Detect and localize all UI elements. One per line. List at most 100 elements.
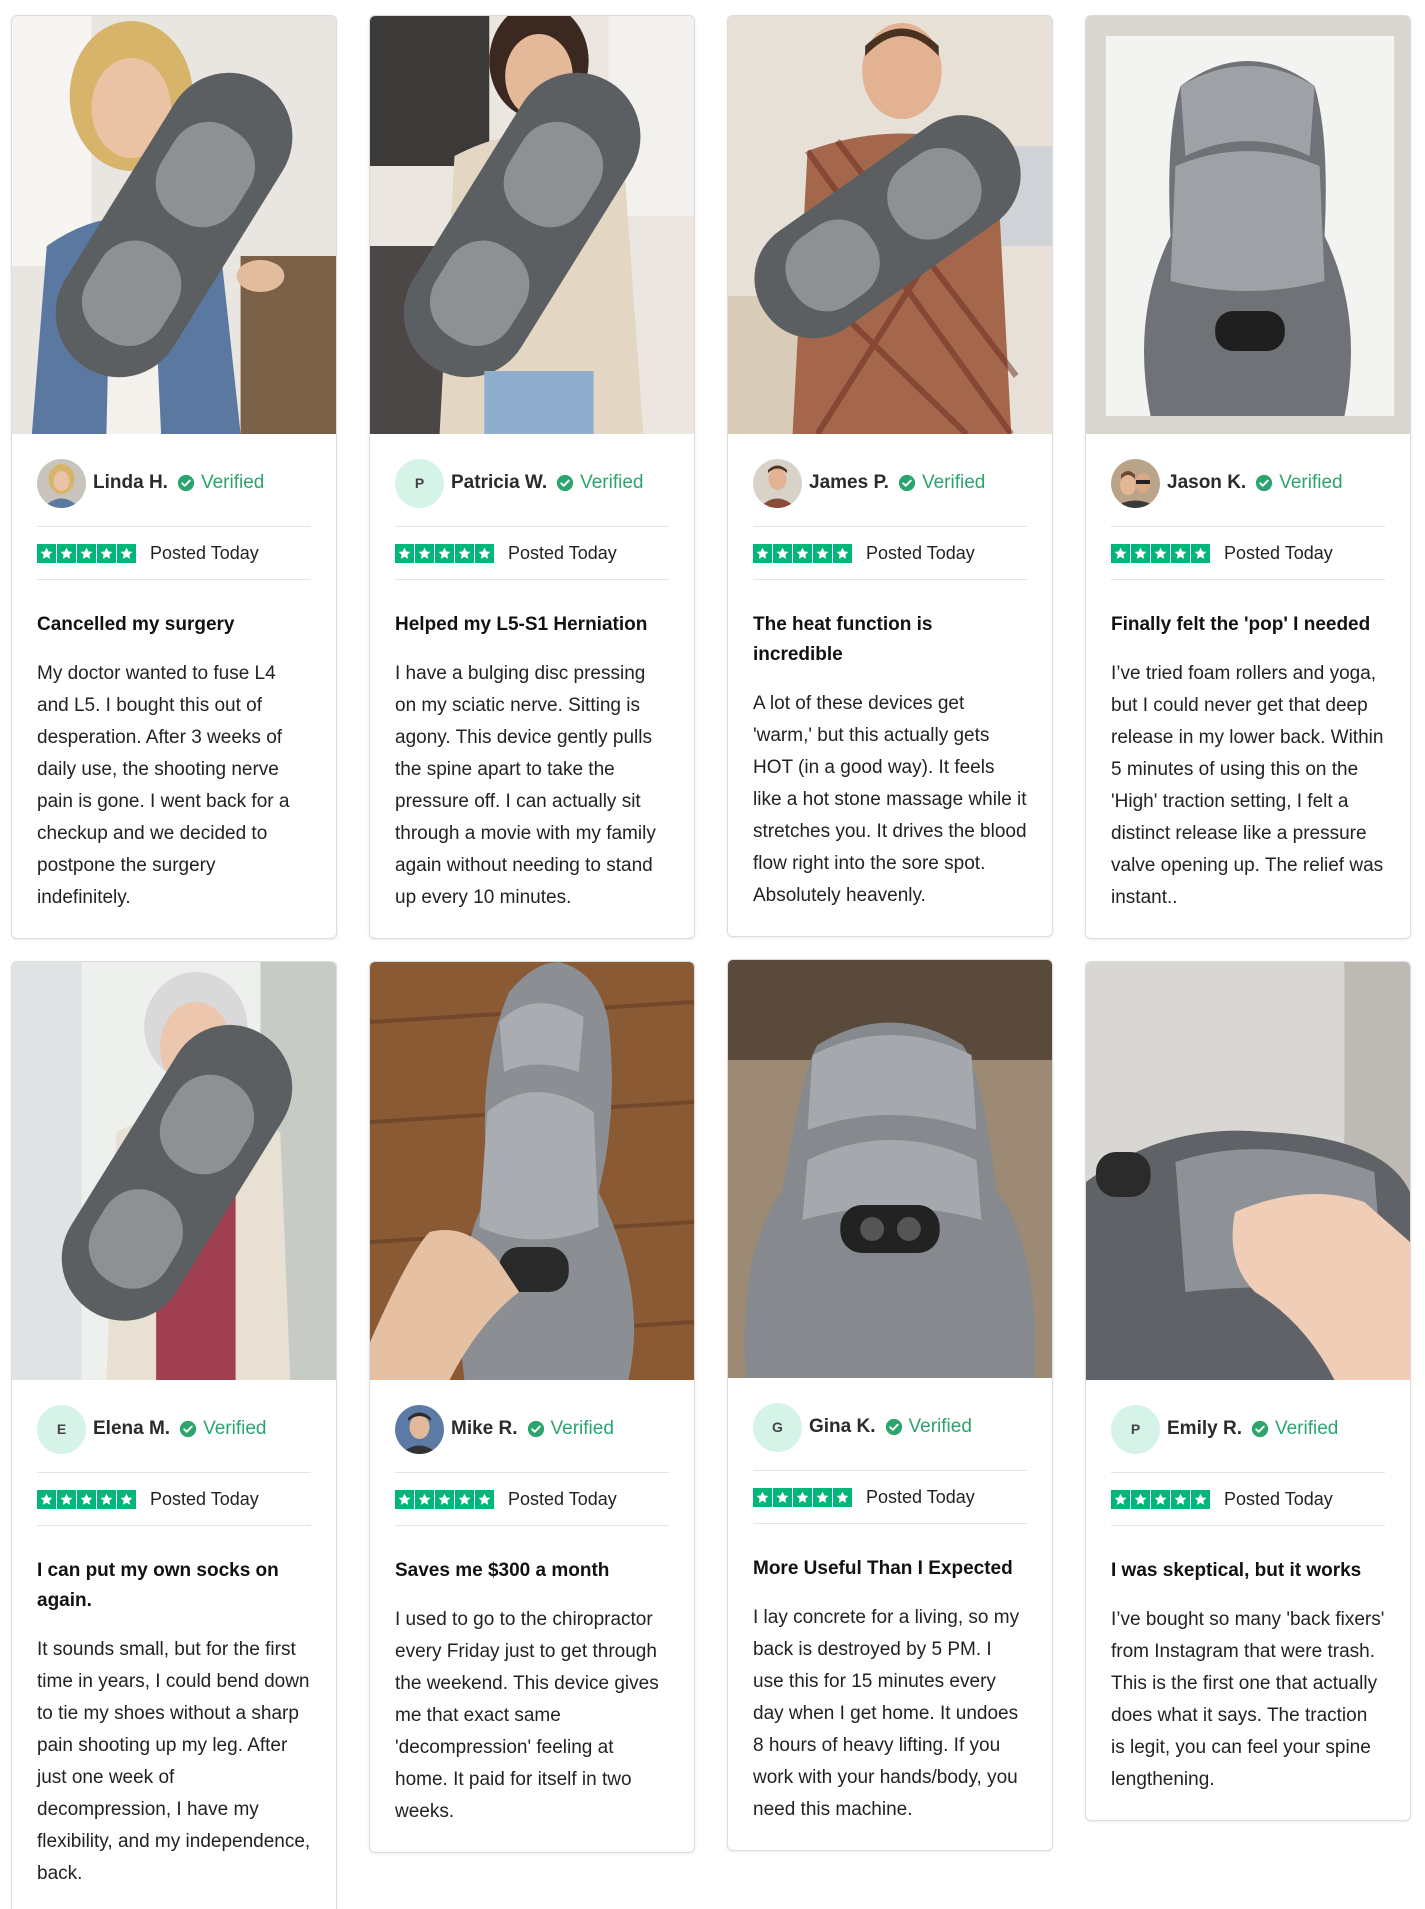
rating-row: Posted Today bbox=[37, 541, 311, 565]
star-icon bbox=[455, 1489, 474, 1509]
star-icon bbox=[1191, 1489, 1210, 1509]
star-icon bbox=[395, 543, 414, 563]
review-column-1: Linda H. Verified Posted Today Cancelled… bbox=[11, 15, 337, 1909]
author-row: James P. Verified bbox=[753, 458, 1027, 508]
star-rating bbox=[753, 1487, 853, 1507]
star-icon bbox=[117, 543, 136, 563]
divider bbox=[395, 526, 669, 527]
divider bbox=[1111, 526, 1385, 527]
verified-label: Verified bbox=[1279, 472, 1343, 493]
star-icon bbox=[1131, 543, 1150, 563]
star-rating bbox=[753, 543, 853, 563]
verified-label: Verified bbox=[550, 1418, 614, 1439]
review-photo[interactable] bbox=[370, 962, 694, 1380]
review-column-3: James P. Verified Posted Today The heat … bbox=[727, 15, 1053, 1873]
divider bbox=[1111, 579, 1385, 580]
divider bbox=[37, 1472, 311, 1473]
review-photo[interactable] bbox=[12, 16, 336, 434]
author-row: E Elena M. Verified bbox=[37, 1404, 311, 1454]
posted-date: Posted Today bbox=[150, 542, 259, 563]
star-icon bbox=[455, 543, 474, 563]
star-icon bbox=[813, 1487, 832, 1507]
review-photo[interactable] bbox=[12, 962, 336, 1380]
star-icon bbox=[37, 543, 56, 563]
avatar: G bbox=[753, 1402, 802, 1452]
review-text: I lay concrete for a living, so my back … bbox=[753, 1607, 1020, 1820]
star-icon bbox=[57, 543, 76, 563]
star-icon bbox=[475, 543, 494, 563]
divider bbox=[1111, 1472, 1385, 1473]
rating-row: Posted Today bbox=[37, 1487, 311, 1511]
star-rating bbox=[395, 543, 495, 563]
avatar bbox=[1111, 458, 1160, 508]
star-icon bbox=[833, 543, 852, 563]
verified-label: Verified bbox=[908, 1416, 972, 1437]
verified-check-icon bbox=[556, 474, 574, 492]
review-photo[interactable] bbox=[728, 16, 1052, 434]
author-row: Linda H. Verified bbox=[37, 458, 311, 508]
posted-date: Posted Today bbox=[150, 1488, 259, 1509]
star-icon bbox=[773, 543, 792, 563]
divider bbox=[395, 1525, 669, 1526]
verified-check-icon bbox=[1255, 474, 1273, 492]
star-icon bbox=[415, 1489, 434, 1509]
review-text: My doctor wanted to fuse L4 and L5. I bo… bbox=[37, 663, 290, 908]
star-icon bbox=[813, 543, 832, 563]
divider bbox=[395, 579, 669, 580]
star-icon bbox=[1131, 1489, 1150, 1509]
star-icon bbox=[833, 1487, 852, 1507]
rating-row: Posted Today bbox=[1111, 1487, 1385, 1511]
review-text: I have a bulging disc pressing on my sci… bbox=[395, 663, 656, 908]
star-rating bbox=[37, 1489, 137, 1509]
divider bbox=[37, 579, 311, 580]
verified-check-icon bbox=[527, 1420, 545, 1438]
star-icon bbox=[97, 543, 116, 563]
verified-label: Verified bbox=[1274, 1418, 1339, 1439]
verified-check-icon bbox=[885, 1418, 903, 1436]
review-text: A lot of these devices get 'warm,' but t… bbox=[753, 693, 1027, 906]
review-photo[interactable] bbox=[370, 16, 694, 434]
review-text: I’ve bought so many 'back fixers' from I… bbox=[1111, 1609, 1385, 1790]
review-photo[interactable] bbox=[1086, 962, 1410, 1380]
star-icon bbox=[415, 543, 434, 563]
review-card: Jason K. Verified Posted Today Finally f… bbox=[1085, 15, 1411, 939]
review-text: I used to go to the chiropractor every F… bbox=[395, 1609, 659, 1822]
star-rating bbox=[37, 543, 137, 563]
review-title: The heat function is incredible bbox=[753, 614, 933, 665]
review-photo[interactable] bbox=[1086, 16, 1410, 434]
star-icon bbox=[753, 1487, 772, 1507]
posted-date: Posted Today bbox=[1224, 1488, 1333, 1509]
author-name: Patricia W. bbox=[451, 472, 548, 493]
review-card: Linda H. Verified Posted Today Cancelled… bbox=[11, 15, 337, 939]
review-card: P Emily R. Verified Posted Today I was s… bbox=[1085, 961, 1411, 1821]
author-name: James P. bbox=[809, 472, 889, 493]
review-text: I’ve tried foam rollers and yoga, but I … bbox=[1111, 663, 1384, 908]
star-rating bbox=[1111, 1489, 1211, 1509]
verified-check-icon bbox=[177, 474, 195, 492]
star-icon bbox=[57, 1489, 76, 1509]
star-rating bbox=[395, 1489, 495, 1509]
rating-row: Posted Today bbox=[753, 541, 1027, 565]
review-photo[interactable] bbox=[728, 960, 1052, 1378]
author-row: P Emily R. Verified bbox=[1111, 1404, 1385, 1454]
review-text: It sounds small, but for the first time … bbox=[37, 1639, 311, 1884]
verified-check-icon bbox=[898, 474, 916, 492]
review-column-2: P Patricia W. Verified Posted Today Help… bbox=[369, 15, 695, 1875]
author-row: Mike R. Verified bbox=[395, 1404, 669, 1454]
divider bbox=[1111, 1525, 1385, 1526]
review-title: Helped my L5-S1 Herniation bbox=[395, 614, 648, 635]
posted-date: Posted Today bbox=[508, 542, 617, 563]
star-icon bbox=[77, 543, 96, 563]
verified-check-icon bbox=[1251, 1420, 1269, 1438]
avatar bbox=[395, 1404, 444, 1454]
divider bbox=[753, 579, 1027, 580]
avatar: P bbox=[1111, 1404, 1160, 1454]
verified-label: Verified bbox=[203, 1418, 267, 1439]
verified-label: Verified bbox=[921, 472, 986, 493]
verified-label: Verified bbox=[580, 472, 644, 493]
author-name: Elena M. bbox=[93, 1418, 171, 1439]
verified-check-icon bbox=[179, 1420, 197, 1438]
star-icon bbox=[395, 1489, 414, 1509]
author-row: P Patricia W. Verified bbox=[395, 458, 669, 508]
review-card: Mike R. Verified Posted Today Saves me $… bbox=[369, 961, 695, 1853]
